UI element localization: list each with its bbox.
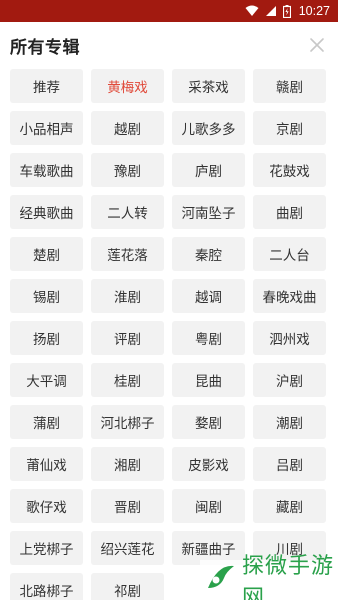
- close-icon: [310, 38, 324, 52]
- album-chip[interactable]: 二人转: [91, 195, 164, 229]
- album-chip[interactable]: 皮影戏: [172, 447, 245, 481]
- album-chip[interactable]: 闽剧: [172, 489, 245, 523]
- album-chip[interactable]: 锡剧: [10, 279, 83, 313]
- album-chip[interactable]: 祁剧: [91, 573, 164, 600]
- status-bar: 10:27: [0, 0, 338, 22]
- album-chip[interactable]: 推荐: [10, 69, 83, 103]
- watermark-text: 探微手游网: [242, 554, 335, 600]
- album-chip[interactable]: 越剧: [91, 111, 164, 145]
- album-chip[interactable]: 曲剧: [253, 195, 326, 229]
- album-chip[interactable]: 二人台: [253, 237, 326, 271]
- watermark: 探微手游网: [200, 554, 338, 600]
- album-chip[interactable]: 上党梆子: [10, 531, 83, 565]
- album-chip[interactable]: 评剧: [91, 321, 164, 355]
- album-header: 所有专辑: [0, 22, 338, 68]
- album-chip[interactable]: 莲花落: [91, 237, 164, 271]
- album-chip[interactable]: 越调: [172, 279, 245, 313]
- album-chip[interactable]: 北路梆子: [10, 573, 83, 600]
- album-chip[interactable]: 采茶戏: [172, 69, 245, 103]
- album-chip[interactable]: 河南坠子: [172, 195, 245, 229]
- album-chip[interactable]: 歌仔戏: [10, 489, 83, 523]
- album-chip[interactable]: 秦腔: [172, 237, 245, 271]
- album-chip[interactable]: 昆曲: [172, 363, 245, 397]
- album-chip[interactable]: 儿歌多多: [172, 111, 245, 145]
- album-chip[interactable]: 花鼓戏: [253, 153, 326, 187]
- album-chip[interactable]: 春晚戏曲: [253, 279, 326, 313]
- signal-icon: [265, 5, 277, 17]
- album-chip[interactable]: 蒲剧: [10, 405, 83, 439]
- album-chip[interactable]: 沪剧: [253, 363, 326, 397]
- album-chip[interactable]: 庐剧: [172, 153, 245, 187]
- album-chip[interactable]: 淮剧: [91, 279, 164, 313]
- battery-icon: [282, 4, 291, 18]
- album-chip[interactable]: 扬剧: [10, 321, 83, 355]
- album-chip[interactable]: 桂剧: [91, 363, 164, 397]
- album-chip[interactable]: 绍兴莲花: [91, 531, 164, 565]
- album-chip[interactable]: 泗州戏: [253, 321, 326, 355]
- album-chip[interactable]: 大平调: [10, 363, 83, 397]
- album-chip[interactable]: 婺剧: [172, 405, 245, 439]
- album-chip[interactable]: 小品相声: [10, 111, 83, 145]
- album-chip[interactable]: 赣剧: [253, 69, 326, 103]
- status-time: 10:27: [298, 4, 330, 18]
- album-chip[interactable]: 莆仙戏: [10, 447, 83, 481]
- wifi-icon: [245, 5, 259, 17]
- close-button[interactable]: [306, 34, 328, 56]
- album-chip[interactable]: 经典歌曲: [10, 195, 83, 229]
- album-chip[interactable]: 潮剧: [253, 405, 326, 439]
- album-chip[interactable]: 楚剧: [10, 237, 83, 271]
- album-chip[interactable]: 藏剧: [253, 489, 326, 523]
- album-chip[interactable]: 吕剧: [253, 447, 326, 481]
- album-chip[interactable]: 京剧: [253, 111, 326, 145]
- album-chip[interactable]: 河北梆子: [91, 405, 164, 439]
- page-title: 所有专辑: [10, 37, 80, 58]
- album-grid: 推荐 黄梅戏 采茶戏 赣剧小品相声 越剧 儿歌多多 京剧车载歌曲 豫剧 庐剧 花鼓戏经典歌曲 二人转…: [10, 69, 328, 600]
- album-chip[interactable]: 粤剧: [172, 321, 245, 355]
- album-chip[interactable]: 车载歌曲: [10, 153, 83, 187]
- album-chip[interactable]: 黄梅戏: [91, 69, 164, 103]
- album-chip[interactable]: 晋剧: [91, 489, 164, 523]
- album-chip[interactable]: 豫剧: [91, 153, 164, 187]
- album-chip[interactable]: 湘剧: [91, 447, 164, 481]
- watermark-logo-icon: [204, 562, 236, 598]
